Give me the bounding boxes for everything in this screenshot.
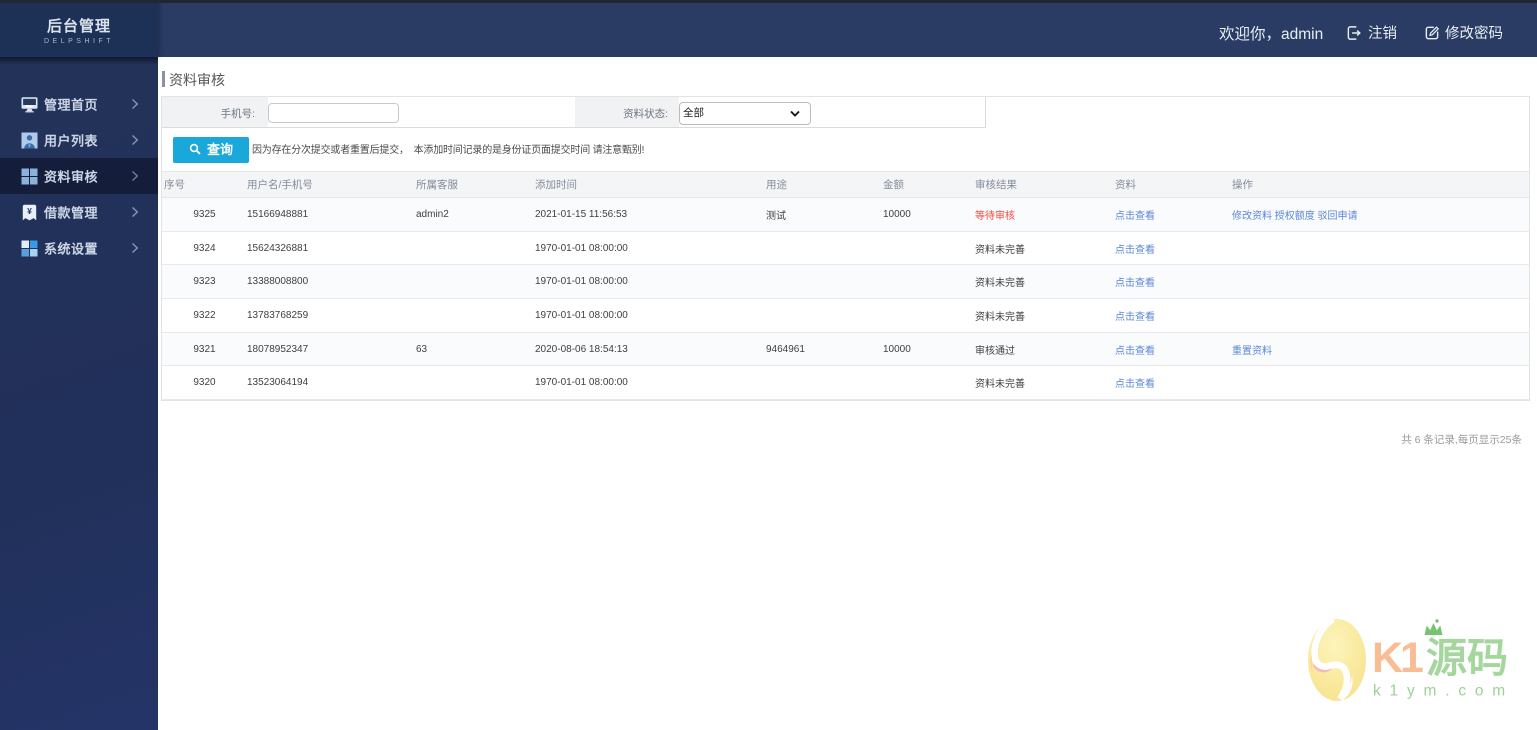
svg-text:k1ym.com: k1ym.com <box>1373 683 1514 700</box>
svg-text:K1: K1 <box>1372 634 1423 682</box>
svg-text:源码: 源码 <box>1426 635 1508 681</box>
svg-text:¥: ¥ <box>27 206 32 216</box>
